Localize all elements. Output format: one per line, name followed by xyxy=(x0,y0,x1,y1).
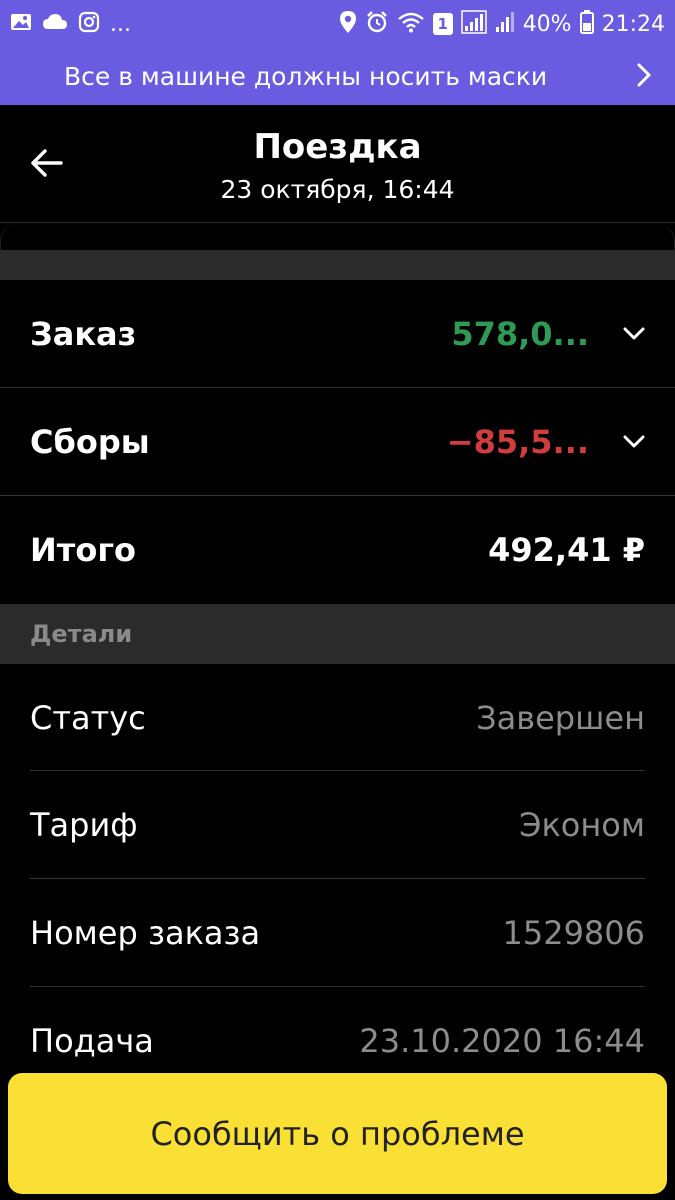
order-row[interactable]: Заказ 578,0... xyxy=(0,280,675,387)
mask-banner[interactable]: Все в машине должны носить маски xyxy=(0,48,675,105)
sim-badge: 1 xyxy=(432,13,453,35)
cloud-icon xyxy=(42,11,68,37)
fees-value: −85,5... xyxy=(446,422,589,461)
image-icon xyxy=(10,11,32,37)
detail-label: Подача xyxy=(30,1021,154,1060)
sim-badge-label: 1 xyxy=(437,15,448,33)
alarm-icon xyxy=(365,10,389,38)
order-label: Заказ xyxy=(30,314,137,353)
detail-value: Завершен xyxy=(476,698,645,737)
more-notifications: ... xyxy=(110,11,131,37)
battery-icon xyxy=(579,10,594,38)
detail-value: 1529806 xyxy=(502,913,645,952)
divider-band xyxy=(0,250,675,280)
wifi-icon xyxy=(397,10,425,38)
location-icon xyxy=(339,10,357,38)
chevron-down-icon xyxy=(589,435,645,449)
details-row-tariff: Тариф Эконом xyxy=(0,771,675,878)
details-heading: Детали xyxy=(0,604,675,664)
banner-text: Все в машине должны носить маски xyxy=(64,62,548,91)
battery-percent: 40% xyxy=(522,11,572,37)
status-bar: ... 1 40% 21:24 xyxy=(0,0,675,48)
fees-label: Сборы xyxy=(30,422,150,461)
clock: 21:24 xyxy=(601,11,665,37)
details-row-status: Статус Завершен xyxy=(0,664,675,771)
status-bar-right: 1 40% 21:24 xyxy=(339,10,665,38)
chevron-right-icon xyxy=(635,62,653,92)
sheet-top xyxy=(0,224,675,250)
detail-value: 23.10.2020 16:44 xyxy=(359,1021,645,1060)
total-label: Итого xyxy=(30,530,137,569)
page-header: Поездка 23 октября, 16:44 xyxy=(0,105,675,223)
status-bar-left: ... xyxy=(10,11,131,37)
total-value: 492,41 ₽ xyxy=(488,530,645,569)
signal-icon xyxy=(495,10,515,38)
total-row: Итого 492,41 ₽ xyxy=(0,496,675,603)
fees-row[interactable]: Сборы −85,5... xyxy=(0,388,675,495)
instagram-icon xyxy=(78,11,100,37)
order-value: 578,0... xyxy=(451,314,589,353)
detail-label: Номер заказа xyxy=(30,913,261,952)
details-row-order-number: Номер заказа 1529806 xyxy=(0,879,675,986)
detail-value: Эконом xyxy=(519,805,645,844)
detail-label: Тариф xyxy=(30,805,138,844)
page-subtitle: 23 октября, 16:44 xyxy=(220,175,455,204)
report-problem-label: Сообщить о проблеме xyxy=(150,1114,525,1153)
chevron-down-icon xyxy=(589,327,645,341)
signal-icon xyxy=(460,10,487,38)
page-title: Поездка xyxy=(253,127,422,167)
detail-label: Статус xyxy=(30,698,146,737)
report-problem-button[interactable]: Сообщить о проблеме xyxy=(8,1073,667,1194)
